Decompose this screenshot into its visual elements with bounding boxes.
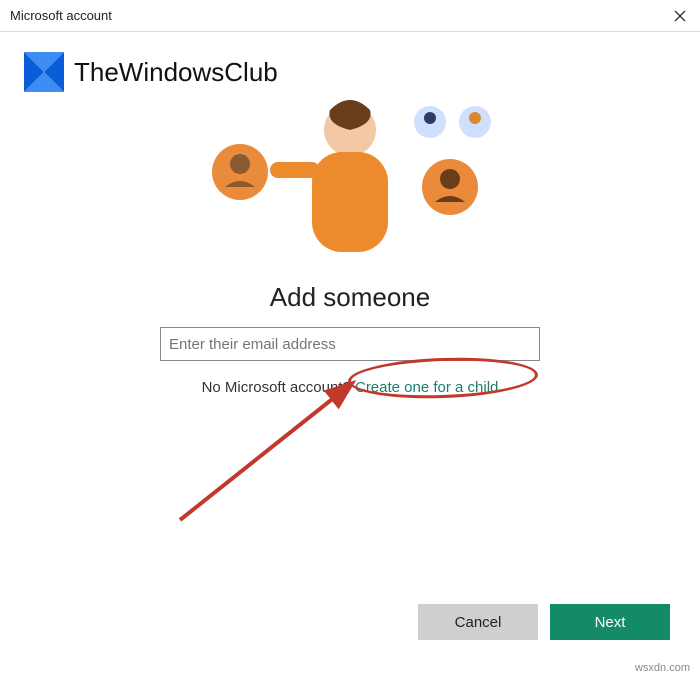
cancel-button[interactable]: Cancel — [418, 604, 538, 640]
window-title: Microsoft account — [10, 8, 112, 23]
attribution-text: wsxdn.com — [635, 662, 690, 674]
email-field[interactable] — [160, 327, 540, 361]
no-account-row: No Microsoft account? Create one for a c… — [50, 379, 650, 396]
site-watermark: TheWindowsClub — [20, 48, 278, 96]
create-child-account-link[interactable]: Create one for a child — [355, 379, 498, 396]
page-title: Add someone — [50, 282, 650, 313]
next-button[interactable]: Next — [550, 604, 670, 640]
windowsclub-logo-icon — [20, 48, 68, 96]
close-icon[interactable] — [670, 6, 690, 26]
dialog-footer: Cancel Next — [418, 604, 670, 640]
titlebar: Microsoft account — [0, 0, 700, 32]
no-account-text: No Microsoft account? — [202, 379, 351, 396]
watermark-text: TheWindowsClub — [74, 57, 278, 88]
people-illustration — [180, 92, 520, 272]
